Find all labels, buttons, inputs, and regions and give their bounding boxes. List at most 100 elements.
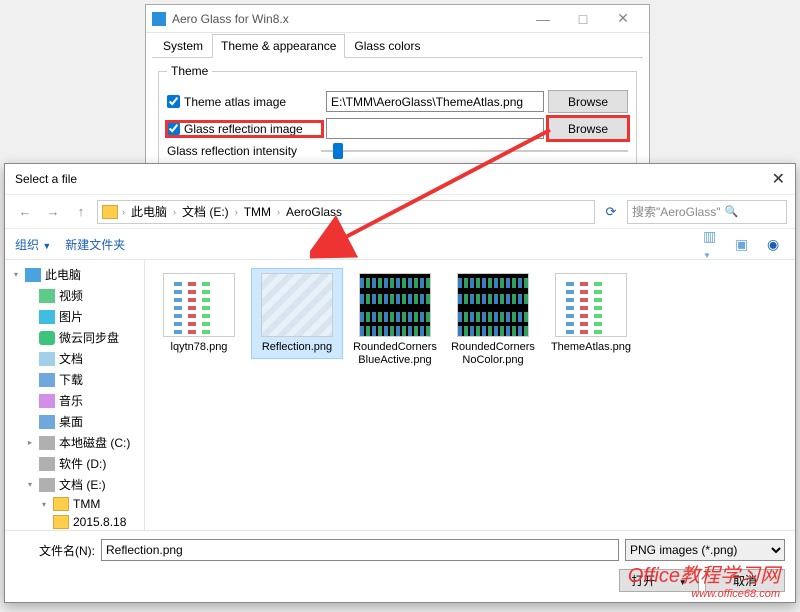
- aero-titlebar: Aero Glass for Win8.x — □ ✕: [146, 5, 649, 33]
- file-type-filter[interactable]: PNG images (*.png): [625, 539, 785, 561]
- tree-item-label: 音乐: [59, 392, 83, 409]
- filename-input[interactable]: [101, 539, 619, 561]
- dialog-close-button[interactable]: ✕: [772, 169, 785, 189]
- file-list-pane: lqytn78.pngReflection.png RoundedCornersB…: [145, 260, 795, 530]
- tree-item-icon: [39, 415, 55, 429]
- chevron-right-icon: ›: [171, 207, 178, 217]
- chevron-right-icon: ›: [120, 207, 127, 217]
- breadcrumb-item[interactable]: 文档 (E:): [180, 203, 231, 220]
- tree-item[interactable]: ▾ 此电脑: [5, 264, 144, 285]
- close-button[interactable]: ✕: [603, 10, 643, 27]
- help-button[interactable]: ◉: [767, 236, 785, 253]
- tree-item-icon: [25, 268, 41, 282]
- file-name: RoundedCornersBlueActive.png: [352, 341, 438, 366]
- cancel-button[interactable]: 取消: [705, 569, 785, 592]
- aero-title: Aero Glass for Win8.x: [172, 12, 289, 26]
- new-folder-button[interactable]: 新建文件夹: [65, 236, 125, 253]
- tree-item-label: 视频: [59, 287, 83, 304]
- file-item[interactable]: RoundedCornersNoColor.png: [447, 268, 539, 371]
- tree-item-icon: [39, 289, 55, 303]
- tree-item-label: 桌面: [59, 413, 83, 430]
- tree-item[interactable]: 微云同步盘: [5, 327, 144, 348]
- nav-up-button[interactable]: ↑: [69, 200, 93, 224]
- preview-pane-button[interactable]: ▣: [735, 236, 753, 253]
- file-name: ThemeAtlas.png: [548, 341, 634, 354]
- glass-reflection-path[interactable]: [326, 118, 544, 139]
- reflection-intensity-label: Glass reflection intensity: [167, 144, 317, 158]
- expand-icon[interactable]: ▾: [25, 480, 35, 489]
- breadcrumb-item[interactable]: AeroGlass: [284, 205, 344, 219]
- theme-atlas-path[interactable]: [326, 91, 544, 112]
- aero-tabs: System Theme & appearance Glass colors: [146, 33, 649, 57]
- reflection-intensity-row: Glass reflection intensity: [167, 144, 628, 158]
- file-item[interactable]: Reflection.png: [251, 268, 343, 359]
- theme-legend: Theme: [167, 64, 212, 78]
- chevron-down-icon: ▼: [703, 251, 711, 260]
- tree-item[interactable]: 文档: [5, 348, 144, 369]
- tree-item-icon: [39, 478, 55, 492]
- tree-item[interactable]: ▾ 文档 (E:): [5, 474, 144, 495]
- nav-back-button[interactable]: ←: [13, 200, 37, 224]
- organize-menu[interactable]: 组织 ▼: [15, 236, 51, 253]
- chevron-down-icon: ▼: [42, 241, 51, 251]
- expand-icon[interactable]: ▾: [39, 500, 49, 509]
- file-item[interactable]: lqytn78.png: [153, 268, 245, 359]
- tree-item[interactable]: 下载: [5, 369, 144, 390]
- tree-item[interactable]: 桌面: [5, 411, 144, 432]
- glass-reflection-row: Glass reflection image Browse: [167, 117, 628, 140]
- tree-item-icon: [39, 331, 55, 345]
- theme-atlas-row: Theme atlas image Browse: [167, 90, 628, 113]
- tree-item-label: 此电脑: [45, 266, 81, 283]
- file-item[interactable]: RoundedCornersBlueActive.png: [349, 268, 441, 371]
- chevron-right-icon: ›: [233, 207, 240, 217]
- nav-forward-button[interactable]: →: [41, 200, 65, 224]
- browse-atlas-button[interactable]: Browse: [548, 90, 628, 113]
- search-input[interactable]: 搜索"AeroGlass" 🔍: [627, 200, 787, 224]
- tree-item-label: 本地磁盘 (C:): [59, 434, 130, 451]
- reflection-intensity-slider[interactable]: [321, 150, 628, 152]
- expand-icon[interactable]: ▾: [11, 270, 21, 279]
- tree-item-icon: [39, 436, 55, 450]
- tree-item-label: 文档: [59, 350, 83, 367]
- tree-item-label: 文档 (E:): [59, 476, 106, 493]
- tree-item[interactable]: ▾ TMM: [5, 495, 144, 513]
- theme-fieldset: Theme Theme atlas image Browse Glass ref…: [158, 64, 637, 171]
- expand-icon[interactable]: ▸: [25, 438, 35, 447]
- glass-reflection-checkbox-label[interactable]: Glass reflection image: [167, 122, 322, 136]
- refresh-button[interactable]: ⟳: [599, 200, 623, 224]
- dialog-navbar: ← → ↑ › 此电脑 › 文档 (E:) › TMM › AeroGlass …: [5, 194, 795, 228]
- filename-label: 文件名(N):: [15, 542, 95, 559]
- tree-item[interactable]: 软件 (D:): [5, 453, 144, 474]
- glass-reflection-checkbox[interactable]: [167, 122, 180, 135]
- theme-atlas-checkbox-label[interactable]: Theme atlas image: [167, 95, 322, 109]
- dialog-toolbar: 组织 ▼ 新建文件夹 ▥ ▼ ▣ ◉: [5, 228, 795, 260]
- aero-glass-window: Aero Glass for Win8.x — □ ✕ System Theme…: [145, 4, 650, 169]
- tree-item-icon: [39, 310, 55, 324]
- tree-item-icon: [39, 457, 55, 471]
- tree-item-label: TMM: [73, 497, 100, 511]
- tree-item[interactable]: 音乐: [5, 390, 144, 411]
- file-item[interactable]: ThemeAtlas.png: [545, 268, 637, 359]
- maximize-button[interactable]: □: [563, 11, 603, 27]
- breadcrumb-item[interactable]: TMM: [242, 205, 273, 219]
- tab-glass-colors[interactable]: Glass colors: [345, 34, 429, 58]
- tree-item-icon: [39, 352, 55, 366]
- tree-item[interactable]: 2015.8.18: [5, 513, 144, 530]
- tree-item[interactable]: 图片: [5, 306, 144, 327]
- minimize-button[interactable]: —: [523, 11, 563, 27]
- file-name: RoundedCornersNoColor.png: [450, 341, 536, 366]
- open-button[interactable]: 打开 ▼: [619, 569, 699, 592]
- browse-reflection-button[interactable]: Browse: [548, 117, 628, 140]
- aero-body: Theme Theme atlas image Browse Glass ref…: [152, 57, 643, 171]
- view-options-button[interactable]: ▥ ▼: [703, 228, 721, 261]
- tab-system[interactable]: System: [154, 34, 212, 58]
- theme-atlas-checkbox[interactable]: [167, 95, 180, 108]
- tree-item[interactable]: ▸ 本地磁盘 (C:): [5, 432, 144, 453]
- breadcrumb-item[interactable]: 此电脑: [129, 203, 169, 220]
- tab-theme-appearance[interactable]: Theme & appearance: [212, 34, 345, 58]
- tree-item[interactable]: 视频: [5, 285, 144, 306]
- tree-item-label: 图片: [59, 308, 83, 325]
- tree-item-icon: [39, 373, 55, 387]
- file-open-dialog: Select a file ✕ ← → ↑ › 此电脑 › 文档 (E:) › …: [4, 163, 796, 603]
- breadcrumb[interactable]: › 此电脑 › 文档 (E:) › TMM › AeroGlass: [97, 200, 595, 224]
